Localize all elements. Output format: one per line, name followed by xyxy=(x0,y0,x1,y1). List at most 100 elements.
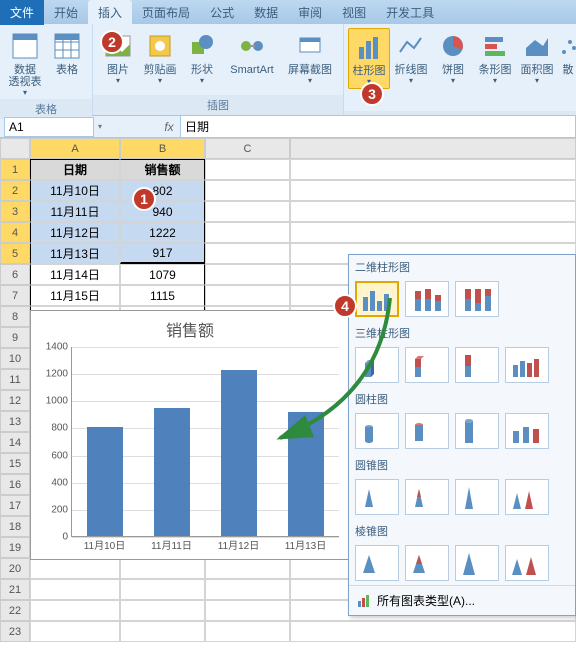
row-header[interactable]: 18 xyxy=(0,516,30,537)
row-header[interactable]: 17 xyxy=(0,495,30,516)
select-all-corner[interactable] xyxy=(0,138,30,159)
row-header[interactable]: 5 xyxy=(0,243,30,264)
tab-home[interactable]: 开始 xyxy=(44,0,88,25)
shapes-button[interactable]: 形状▾ xyxy=(181,28,223,87)
dd-2d-clustered[interactable] xyxy=(355,281,399,317)
row-header[interactable]: 20 xyxy=(0,558,30,579)
row-header[interactable]: 13 xyxy=(0,411,30,432)
cell[interactable] xyxy=(290,180,576,201)
cell[interactable] xyxy=(290,621,576,642)
dd-pyr-1[interactable] xyxy=(355,545,399,581)
row-header[interactable]: 14 xyxy=(0,432,30,453)
cell[interactable] xyxy=(205,180,290,201)
row-header[interactable]: 9 xyxy=(0,327,30,348)
dd-3d-4[interactable] xyxy=(505,347,549,383)
cell[interactable] xyxy=(30,621,120,642)
tab-file[interactable]: 文件 xyxy=(0,0,44,25)
cell[interactable] xyxy=(30,579,120,600)
row-header[interactable]: 8 xyxy=(0,306,30,327)
clipart-button[interactable]: 剪贴画▾ xyxy=(139,28,181,87)
dd-pyr-3[interactable] xyxy=(455,545,499,581)
namebox-arrow-icon[interactable]: ▾ xyxy=(98,122,102,131)
formula-input[interactable]: 日期 xyxy=(180,115,576,138)
cell[interactable] xyxy=(120,558,205,579)
line-chart-button[interactable]: 折线图▾ xyxy=(390,28,432,89)
dd-cone-4[interactable] xyxy=(505,479,549,515)
dd-cyl-2[interactable] xyxy=(405,413,449,449)
cell[interactable] xyxy=(120,579,205,600)
col-header-C[interactable]: C xyxy=(205,138,290,159)
dd-pyr-2[interactable] xyxy=(405,545,449,581)
chart-bar[interactable] xyxy=(288,412,324,536)
embedded-chart[interactable]: 销售额 0200400600800100012001400 11月10日11月1… xyxy=(30,310,350,560)
chart-bar[interactable] xyxy=(154,408,190,536)
cell[interactable]: 11月13日 xyxy=(30,243,120,264)
cell[interactable]: 1222 xyxy=(120,222,205,243)
cell[interactable] xyxy=(205,558,290,579)
row-header[interactable]: 6 xyxy=(0,264,30,285)
dd-2d-stacked100[interactable] xyxy=(455,281,499,317)
dd-cone-2[interactable] xyxy=(405,479,449,515)
smartart-button[interactable]: SmartArt xyxy=(223,28,281,87)
cell[interactable] xyxy=(290,201,576,222)
dd-cyl-3[interactable] xyxy=(455,413,499,449)
dd-pyr-4[interactable] xyxy=(505,545,549,581)
cell[interactable] xyxy=(205,159,290,180)
row-header[interactable]: 23 xyxy=(0,621,30,642)
cell[interactable] xyxy=(205,243,290,264)
cell[interactable] xyxy=(205,201,290,222)
row-header[interactable]: 21 xyxy=(0,579,30,600)
cell[interactable]: 1079 xyxy=(120,264,205,285)
cell[interactable] xyxy=(120,600,205,621)
table-button[interactable]: 表格 xyxy=(46,28,88,99)
tab-dev[interactable]: 开发工具 xyxy=(376,0,444,25)
column-chart-button[interactable]: 柱形图▾ xyxy=(348,28,390,89)
cell[interactable] xyxy=(205,222,290,243)
cell[interactable]: 11月14日 xyxy=(30,264,120,285)
row-header[interactable]: 16 xyxy=(0,474,30,495)
dd-3d-1[interactable] xyxy=(355,347,399,383)
row-header[interactable]: 3 xyxy=(0,201,30,222)
row-header[interactable]: 12 xyxy=(0,390,30,411)
cell[interactable] xyxy=(120,621,205,642)
cell[interactable]: 1115 xyxy=(120,285,205,306)
cell[interactable] xyxy=(30,600,120,621)
row-header[interactable]: 11 xyxy=(0,369,30,390)
cell[interactable] xyxy=(290,222,576,243)
cell[interactable] xyxy=(30,558,120,579)
chart-bar[interactable] xyxy=(87,427,123,536)
dd-3d-2[interactable] xyxy=(405,347,449,383)
col-header-rest[interactable] xyxy=(290,138,576,159)
tab-view[interactable]: 视图 xyxy=(332,0,376,25)
pivot-table-button[interactable]: 数据 透视表▾ xyxy=(4,28,46,99)
cell[interactable]: 11月12日 xyxy=(30,222,120,243)
bar-chart-button[interactable]: 条形图▾ xyxy=(474,28,516,89)
tab-insert[interactable]: 插入 xyxy=(88,0,132,25)
cell[interactable] xyxy=(205,621,290,642)
row-header[interactable]: 15 xyxy=(0,453,30,474)
tab-review[interactable]: 审阅 xyxy=(288,0,332,25)
cell[interactable]: 销售额 xyxy=(120,159,205,180)
row-header[interactable]: 10 xyxy=(0,348,30,369)
dd-cyl-4[interactable] xyxy=(505,413,549,449)
scatter-chart-button[interactable]: 散 xyxy=(558,28,576,89)
screenshot-button[interactable]: 屏幕截图▾ xyxy=(281,28,339,87)
row-header[interactable]: 22 xyxy=(0,600,30,621)
dd-all-chart-types[interactable]: 所有图表类型(A)... xyxy=(349,585,575,615)
row-header[interactable]: 4 xyxy=(0,222,30,243)
tab-data[interactable]: 数据 xyxy=(244,0,288,25)
dd-2d-stacked[interactable] xyxy=(405,281,449,317)
fx-icon[interactable]: fx xyxy=(162,120,176,134)
tab-layout[interactable]: 页面布局 xyxy=(132,0,200,25)
cell[interactable] xyxy=(205,285,290,306)
cell[interactable]: 日期 xyxy=(30,159,120,180)
row-header[interactable]: 2 xyxy=(0,180,30,201)
cell[interactable] xyxy=(205,264,290,285)
row-header[interactable]: 7 xyxy=(0,285,30,306)
cell[interactable]: 917 xyxy=(120,243,205,264)
cell[interactable] xyxy=(205,600,290,621)
dd-3d-3[interactable] xyxy=(455,347,499,383)
cell[interactable]: 11月11日 xyxy=(30,201,120,222)
cell[interactable]: 11月10日 xyxy=(30,180,120,201)
pie-chart-button[interactable]: 饼图▾ xyxy=(432,28,474,89)
